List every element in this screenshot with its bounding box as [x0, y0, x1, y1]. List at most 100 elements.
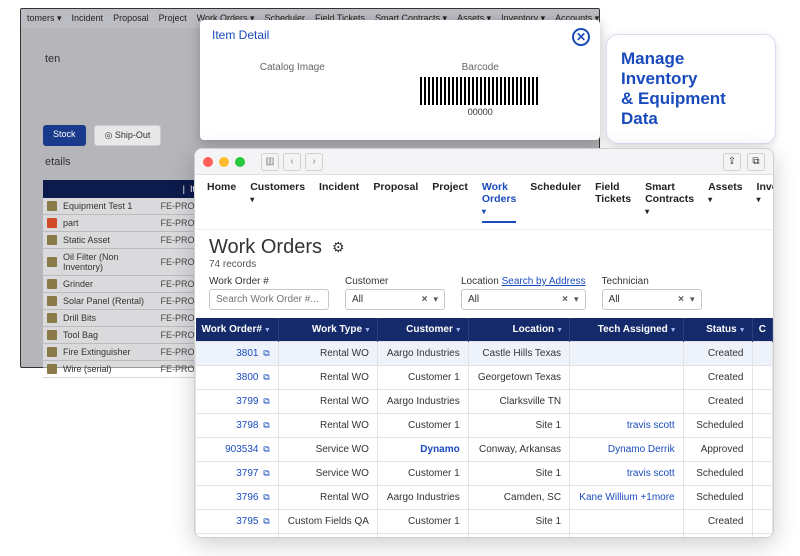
cell-workorder[interactable]: 3798 ⧉: [196, 414, 279, 438]
item-name: Fire Extinguisher: [63, 347, 160, 357]
nav-forward-icon[interactable]: ›: [305, 153, 323, 171]
cell-overflow: [752, 510, 773, 534]
cell-workorder[interactable]: 3794 ⧉: [196, 534, 279, 539]
close-icon[interactable]: ✕: [572, 28, 590, 46]
table-row[interactable]: 3794 ⧉Rental WODynamoSite 2Kane Willium …: [196, 534, 773, 539]
cell-customer[interactable]: Dynamo: [377, 534, 468, 539]
cell-status: Created: [683, 390, 752, 414]
nav-inventory[interactable]: Inventory: [757, 181, 774, 223]
table-row[interactable]: 3795 ⧉Custom Fields QACustomer 1Site 1Cr…: [196, 510, 773, 534]
open-icon[interactable]: ⧉: [263, 348, 269, 358]
gear-icon[interactable]: ⚙: [332, 239, 345, 256]
open-icon[interactable]: ⧉: [263, 468, 269, 478]
item-icon: [47, 279, 57, 289]
nav-home[interactable]: Home: [207, 181, 236, 223]
cell-workorder[interactable]: 3800 ⧉: [196, 366, 279, 390]
table-header-row: Work Order#Work TypeCustomerLocationTech…: [196, 318, 773, 342]
cell-tech[interactable]: Kane Willium +1more: [570, 486, 684, 510]
col-tech-assigned[interactable]: Tech Assigned: [570, 318, 684, 342]
open-icon[interactable]: ⧉: [263, 372, 269, 382]
item-name: Solar Panel (Rental): [63, 296, 160, 306]
nav-work-orders[interactable]: Work Orders: [482, 181, 516, 223]
cell-customer[interactable]: Aargo Industries: [377, 342, 468, 366]
cell-customer[interactable]: Dynamo: [377, 438, 468, 462]
sidebar-toggle-icon[interactable]: ▥: [261, 153, 279, 171]
cell-customer[interactable]: Aargo Industries: [377, 486, 468, 510]
cell-tech[interactable]: Dynamo Derrik: [570, 438, 684, 462]
col-work-type[interactable]: Work Type: [278, 318, 377, 342]
table-row[interactable]: 903534 ⧉Service WODynamoConway, Arkansas…: [196, 438, 773, 462]
open-icon[interactable]: ⧉: [263, 444, 269, 454]
cell-workorder[interactable]: 3799 ⧉: [196, 390, 279, 414]
cell-location: Castle Hills Texas: [468, 342, 569, 366]
col-work-order-[interactable]: Work Order#: [196, 318, 279, 342]
nav-smart-contracts[interactable]: Smart Contracts: [645, 181, 694, 223]
tabs-icon[interactable]: ⧉: [747, 153, 765, 171]
table-row[interactable]: 3801 ⧉Rental WOAargo IndustriesCastle Hi…: [196, 342, 773, 366]
chevron-down-icon[interactable]: ▾: [433, 294, 438, 305]
cell-workorder[interactable]: 3795 ⧉: [196, 510, 279, 534]
cell-tech[interactable]: Kane Willium +1more: [570, 534, 684, 539]
item-icon: [47, 364, 57, 374]
window-close-dot[interactable]: [203, 157, 213, 167]
cell-customer[interactable]: Aargo Industries: [377, 390, 468, 414]
cell-tech[interactable]: travis scott: [570, 414, 684, 438]
location-combo[interactable]: All × ▾: [461, 289, 586, 310]
open-icon[interactable]: ⧉: [263, 420, 269, 430]
open-icon[interactable]: ⧉: [263, 516, 269, 526]
table-row[interactable]: 3799 ⧉Rental WOAargo IndustriesClarksvil…: [196, 390, 773, 414]
table-row[interactable]: 3797 ⧉Service WOCustomer 1Site 1travis s…: [196, 462, 773, 486]
cell-status: Scheduled: [683, 414, 752, 438]
table-row[interactable]: 3800 ⧉Rental WOCustomer 1Georgetown Texa…: [196, 366, 773, 390]
col-status[interactable]: Status: [683, 318, 752, 342]
nav-project[interactable]: Project: [432, 181, 468, 223]
bg-menu-item[interactable]: tomers ▾: [27, 13, 62, 24]
cell-tech[interactable]: [570, 342, 684, 366]
shipout-button[interactable]: ◎ Ship-Out: [94, 125, 162, 146]
cell-customer[interactable]: Customer 1: [377, 366, 468, 390]
open-icon[interactable]: ⧉: [263, 492, 269, 502]
share-icon[interactable]: ⇪: [723, 153, 741, 171]
cell-workorder[interactable]: 3796 ⧉: [196, 486, 279, 510]
cell-worktype: Rental WO: [278, 486, 377, 510]
window-min-dot[interactable]: [219, 157, 229, 167]
clear-icon[interactable]: ×: [678, 294, 684, 305]
search-by-address-link[interactable]: Search by Address: [502, 276, 586, 287]
cell-workorder[interactable]: 3801 ⧉: [196, 342, 279, 366]
cell-tech[interactable]: [570, 366, 684, 390]
nav-assets[interactable]: Assets: [708, 181, 742, 223]
bg-menu-item[interactable]: Proposal: [113, 13, 149, 24]
stock-button[interactable]: Stock: [43, 125, 86, 146]
table-row[interactable]: 3796 ⧉Rental WOAargo IndustriesCamden, S…: [196, 486, 773, 510]
technician-combo[interactable]: All × ▾: [602, 289, 702, 310]
col-location[interactable]: Location: [468, 318, 569, 342]
nav-field-tickets[interactable]: Field Tickets: [595, 181, 631, 223]
customer-combo[interactable]: All × ▾: [345, 289, 445, 310]
chevron-down-icon[interactable]: ▾: [690, 294, 695, 305]
table-row[interactable]: 3798 ⧉Rental WOCustomer 1Site 1travis sc…: [196, 414, 773, 438]
chevron-down-icon[interactable]: ▾: [574, 294, 579, 305]
cell-customer[interactable]: Customer 1: [377, 414, 468, 438]
barcode-block: Barcode 00000: [420, 62, 540, 117]
cell-workorder[interactable]: 3797 ⧉: [196, 462, 279, 486]
cell-workorder[interactable]: 903534 ⧉: [196, 438, 279, 462]
nav-back-icon[interactable]: ‹: [283, 153, 301, 171]
filter-customer-label: Customer: [345, 276, 445, 287]
open-icon[interactable]: ⧉: [263, 396, 269, 406]
cell-tech[interactable]: travis scott: [570, 462, 684, 486]
col-customer[interactable]: Customer: [377, 318, 468, 342]
nav-proposal[interactable]: Proposal: [373, 181, 418, 223]
search-work-order-input[interactable]: [209, 289, 329, 310]
cell-tech[interactable]: [570, 390, 684, 414]
clear-icon[interactable]: ×: [422, 294, 428, 305]
cell-customer[interactable]: Customer 1: [377, 462, 468, 486]
window-max-dot[interactable]: [235, 157, 245, 167]
nav-incident[interactable]: Incident: [319, 181, 359, 223]
bg-menu-item[interactable]: Project: [159, 13, 187, 24]
nav-customers[interactable]: Customers: [250, 181, 305, 223]
bg-menu-item[interactable]: Incident: [72, 13, 104, 24]
clear-icon[interactable]: ×: [562, 294, 568, 305]
cell-tech[interactable]: [570, 510, 684, 534]
cell-customer[interactable]: Customer 1: [377, 510, 468, 534]
nav-scheduler[interactable]: Scheduler: [530, 181, 581, 223]
